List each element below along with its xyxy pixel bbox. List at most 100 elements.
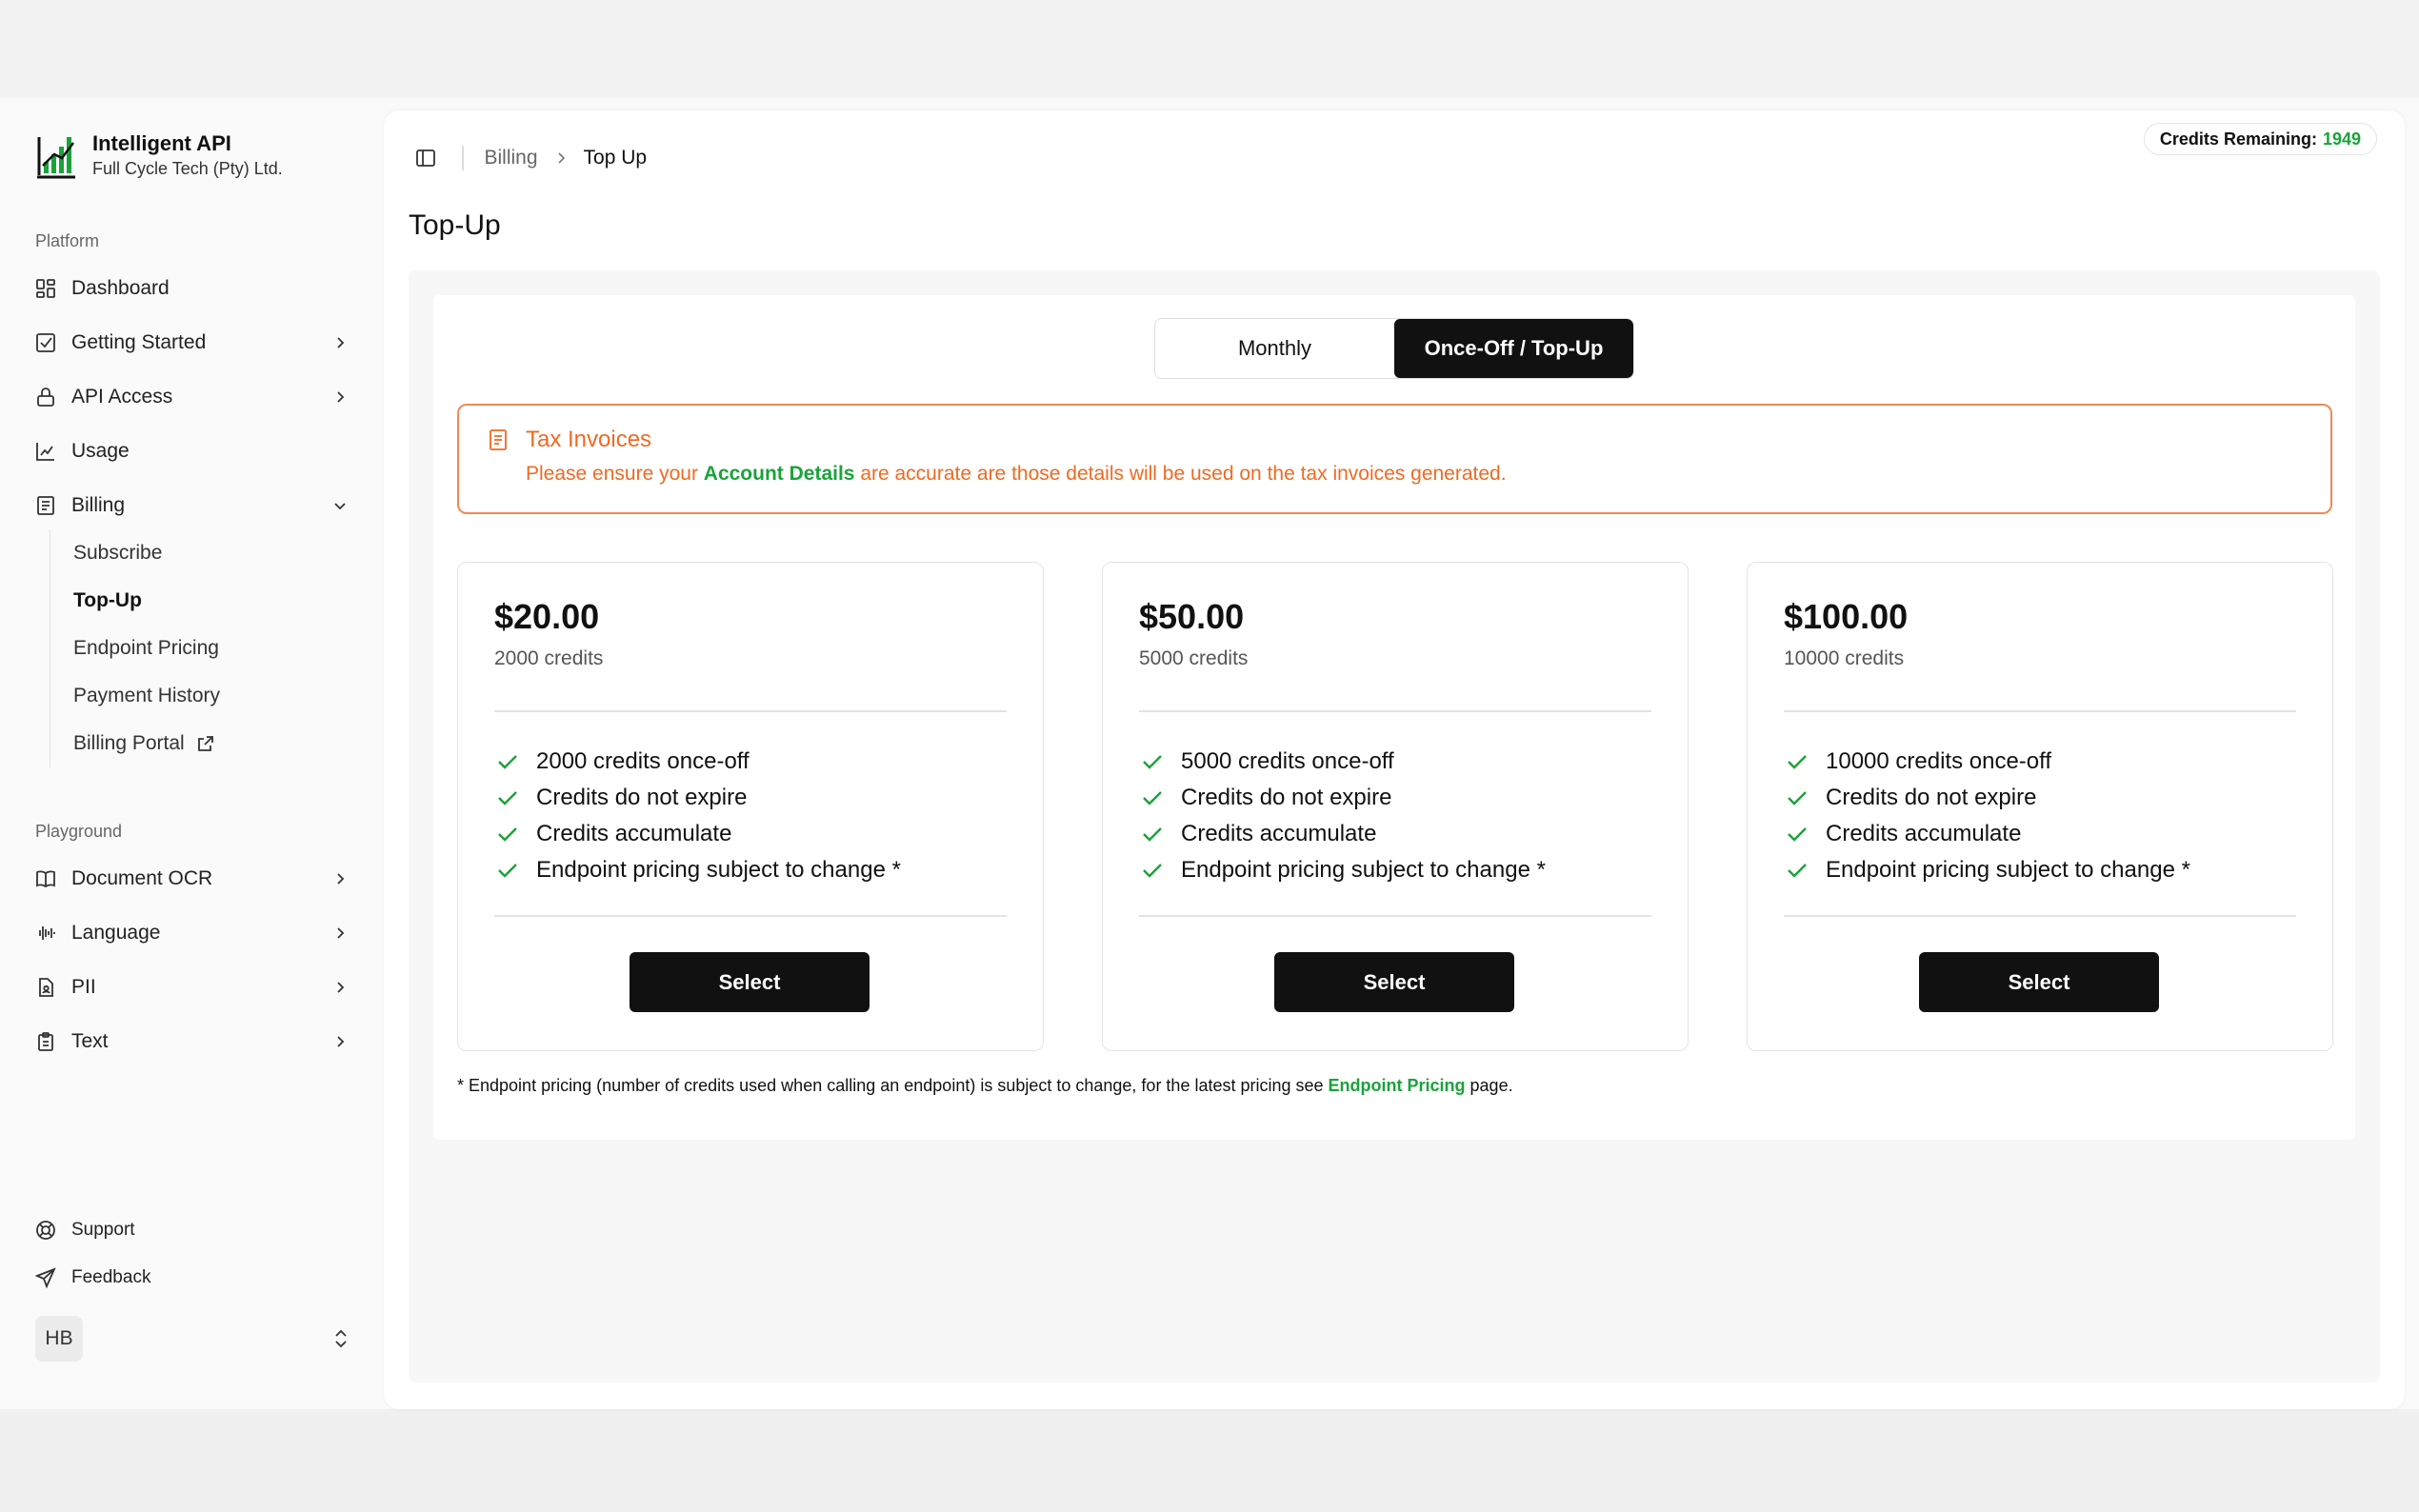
- feature-label: Endpoint pricing subject to change *: [1826, 857, 2190, 883]
- brand-logo-icon: [37, 137, 75, 179]
- feature-label: Credits accumulate: [1181, 821, 1377, 846]
- divider: [494, 915, 1007, 917]
- main-panel: Billing Top Up Credits Remaining: 1949 T…: [384, 110, 2405, 1409]
- divider: [462, 146, 464, 170]
- plan-features: 10000 credits once-off Credits do not ex…: [1784, 744, 2190, 888]
- credits-remaining-badge: Credits Remaining: 1949: [2143, 123, 2377, 155]
- sidebar-item-feedback[interactable]: Feedback: [35, 1263, 150, 1293]
- list-item: 5000 credits once-off: [1139, 744, 1546, 780]
- tab-monthly[interactable]: Monthly: [1155, 319, 1394, 378]
- check-icon: [1784, 821, 1810, 847]
- sidebar-toggle-button[interactable]: [410, 143, 441, 173]
- chart-icon: [35, 441, 56, 462]
- billing-type-toggle: Monthly Once-Off / Top-Up: [1154, 318, 1634, 379]
- breadcrumb: Billing Top Up: [485, 147, 648, 169]
- sidebar-item-usage[interactable]: Usage: [35, 430, 350, 472]
- feature-label: Endpoint pricing subject to change *: [536, 857, 901, 883]
- chevron-right-icon: [330, 924, 350, 943]
- sidebar-item-label: PII: [71, 976, 96, 998]
- credits-value: 1949: [2322, 129, 2361, 149]
- tax-invoices-alert: Tax Invoices Please ensure your Account …: [457, 404, 2332, 514]
- list-item: Credits do not expire: [1784, 780, 2190, 816]
- sidebar-item-document-ocr[interactable]: Document OCR: [35, 858, 350, 900]
- plan-features: 2000 credits once-off Credits do not exp…: [494, 744, 901, 888]
- divider: [1139, 710, 1651, 712]
- chevron-right-icon: [330, 388, 350, 407]
- chevron-right-icon: [555, 151, 567, 165]
- feature-label: Credits do not expire: [1826, 785, 2037, 810]
- sidebar-item-getting-started[interactable]: Getting Started: [35, 322, 350, 364]
- sidebar-subitem-label: Subscribe: [73, 542, 163, 564]
- sidebar-subitem-subscribe[interactable]: Subscribe: [50, 529, 335, 577]
- check-icon: [494, 748, 521, 775]
- sidebar-item-pii[interactable]: PII: [35, 966, 350, 1008]
- receipt-icon: [35, 495, 56, 516]
- checklist-icon: [35, 332, 56, 353]
- list-item: 2000 credits once-off: [494, 744, 901, 780]
- feature-label: Credits accumulate: [536, 821, 732, 846]
- alert-body: Please ensure your Account Details are a…: [526, 463, 1507, 486]
- sidebar-item-support[interactable]: Support: [35, 1215, 135, 1245]
- tab-once-off[interactable]: Once-Off / Top-Up: [1394, 319, 1633, 378]
- sidebar-subitem-billing-portal[interactable]: Billing Portal: [50, 720, 335, 767]
- plan-price: $20.00: [494, 597, 600, 636]
- dashboard-icon: [35, 278, 56, 299]
- clipboard-icon: [35, 1031, 56, 1052]
- document-user-icon: [35, 977, 56, 998]
- select-plan-100-button[interactable]: Select: [1919, 952, 2159, 1012]
- footnote-text-after: page.: [1465, 1076, 1513, 1095]
- divider: [1784, 915, 2296, 917]
- brand[interactable]: Intelligent API Full Cycle Tech (Pty) Lt…: [35, 130, 283, 180]
- sidebar-subitem-payment-history[interactable]: Payment History: [50, 672, 335, 720]
- sidebar-subitem-endpoint-pricing[interactable]: Endpoint Pricing: [50, 625, 335, 672]
- plan-card-100: $100.00 10000 credits 10000 credits once…: [1747, 562, 2333, 1051]
- sidebar-item-billing[interactable]: Billing: [35, 485, 350, 527]
- account-details-link[interactable]: Account Details: [704, 463, 855, 485]
- sidebar-item-language[interactable]: Language: [35, 912, 350, 954]
- check-icon: [1139, 821, 1166, 847]
- sidebar-item-text[interactable]: Text: [35, 1021, 350, 1063]
- sidebar-item-dashboard[interactable]: Dashboard: [35, 268, 350, 309]
- topbar: Billing Top Up: [410, 143, 647, 173]
- feature-label: 2000 credits once-off: [536, 748, 750, 774]
- list-item: 10000 credits once-off: [1784, 744, 2190, 780]
- endpoint-pricing-link[interactable]: Endpoint Pricing: [1329, 1076, 1466, 1095]
- plan-credits: 5000 credits: [1139, 647, 1249, 669]
- breadcrumb-billing[interactable]: Billing: [485, 147, 538, 169]
- sidebar-item-label: Text: [71, 1030, 109, 1052]
- chevron-down-icon: [330, 496, 350, 515]
- feature-label: Credits do not expire: [536, 785, 748, 810]
- section-label-playground: Playground: [35, 822, 123, 841]
- divider: [1139, 915, 1651, 917]
- sidebar-subitem-label: Endpoint Pricing: [73, 637, 219, 659]
- check-icon: [1784, 748, 1810, 775]
- billing-submenu: Subscribe Top-Up Endpoint Pricing Paymen…: [50, 529, 335, 767]
- user-menu[interactable]: HB: [35, 1316, 350, 1362]
- select-plan-20-button[interactable]: Select: [630, 952, 870, 1012]
- sidebar-item-api-access[interactable]: API Access: [35, 376, 350, 418]
- brand-org: Full Cycle Tech (Pty) Ltd.: [92, 159, 283, 178]
- feature-label: 5000 credits once-off: [1181, 748, 1394, 774]
- check-icon: [1784, 857, 1810, 884]
- chevron-right-icon: [330, 333, 350, 352]
- sidebar-item-label: Dashboard: [71, 277, 170, 299]
- plan-features: 5000 credits once-off Credits do not exp…: [1139, 744, 1546, 888]
- check-icon: [1139, 857, 1166, 884]
- check-icon: [1139, 785, 1166, 811]
- chevron-right-icon: [330, 978, 350, 997]
- sidebar-item-label: Usage: [71, 440, 130, 462]
- external-link-icon: [196, 734, 215, 753]
- credits-label: Credits Remaining:: [2159, 129, 2317, 149]
- check-icon: [1784, 785, 1810, 811]
- bottom-background: [0, 1409, 2419, 1512]
- list-item: Endpoint pricing subject to change *: [1784, 852, 2190, 888]
- list-item: Credits do not expire: [494, 780, 901, 816]
- sidebar-subitem-top-up[interactable]: Top-Up: [50, 577, 335, 625]
- send-icon: [35, 1267, 56, 1288]
- select-plan-50-button[interactable]: Select: [1274, 952, 1514, 1012]
- alert-text-after: are accurate are those details will be u…: [854, 463, 1507, 485]
- sidebar-item-label: Getting Started: [71, 331, 207, 353]
- topup-card: Monthly Once-Off / Top-Up Tax Invoices P…: [433, 295, 2355, 1140]
- chevron-right-icon: [330, 869, 350, 888]
- list-item: Endpoint pricing subject to change *: [494, 852, 901, 888]
